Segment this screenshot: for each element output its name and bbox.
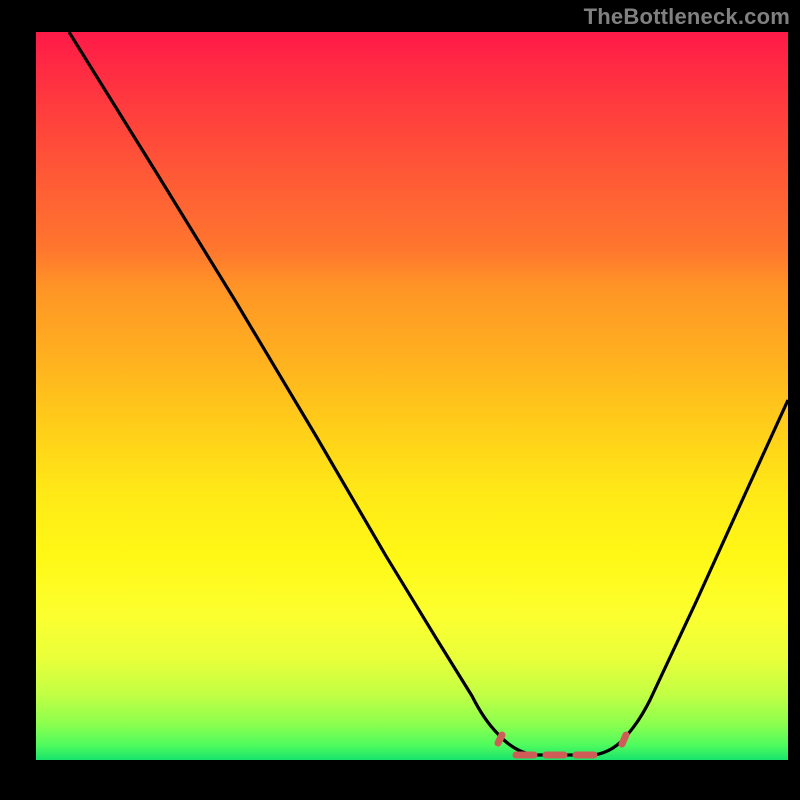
chart-frame: TheBottleneck.com xyxy=(0,0,800,800)
curve-path xyxy=(69,32,788,755)
bottleneck-curve xyxy=(36,32,788,760)
attribution-label: TheBottleneck.com xyxy=(584,4,790,30)
